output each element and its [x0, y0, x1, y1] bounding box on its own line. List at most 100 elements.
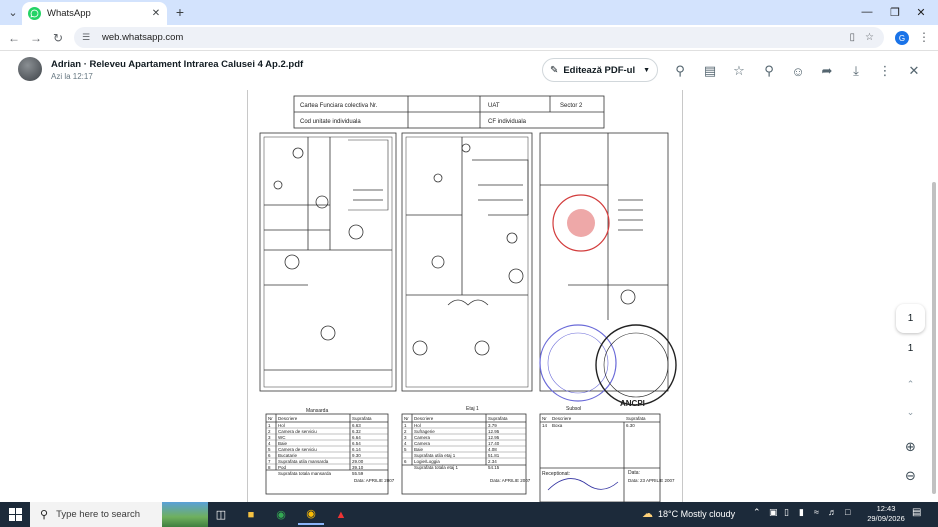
windows-taskbar: ⚲ Type here to search ◫ ■ ◉ ◉ ▲ ☁ 18°C M…: [0, 502, 938, 527]
current-page-thumb[interactable]: 1: [896, 304, 925, 333]
table-cell: 7: [268, 459, 271, 464]
windows-start-icon[interactable]: [9, 508, 22, 521]
pencil-icon: ✎: [549, 64, 559, 76]
close-viewer-icon[interactable]: ✕: [905, 62, 923, 80]
window-close-icon[interactable]: ✕: [906, 2, 936, 22]
table-cell: 54.15: [488, 465, 500, 470]
taskbar-search[interactable]: ⚲ Type here to search: [30, 502, 208, 527]
table-cell: 4.08: [488, 447, 497, 452]
table-cell: 12.95: [488, 429, 500, 434]
table-cell: 6.30: [626, 423, 635, 428]
tray-app-icon[interactable]: ▣: [769, 507, 778, 518]
profile-avatar[interactable]: G: [895, 31, 909, 45]
table-cell: Baie: [414, 447, 424, 452]
url-text: web.whatsapp.com: [102, 32, 184, 43]
pdf-app-icon[interactable]: ▲: [328, 504, 354, 525]
taskbar-search-placeholder: Type here to search: [56, 509, 141, 520]
pin-icon[interactable]: ⚲: [760, 62, 778, 80]
bookmark-star-icon[interactable]: ☆: [865, 32, 874, 43]
cf-label: Cartea Funciara colectiva Nr.: [300, 103, 378, 109]
file-explorer-icon[interactable]: ■: [238, 504, 264, 525]
search-highlight-image: [162, 502, 208, 527]
table-cell: 3.79: [488, 423, 497, 428]
weather-widget[interactable]: ☁ 18°C Mostly cloudy: [642, 507, 735, 520]
tab-search-chevron-icon[interactable]: ⌄: [4, 4, 22, 20]
table-cell: 14: [542, 423, 548, 428]
weather-text: 18°C Mostly cloudy: [658, 508, 736, 519]
table-date: Data: APRILIE 2007: [354, 478, 395, 483]
table-header-cell: Suprafata: [352, 416, 372, 421]
table-cell: Hol: [278, 423, 285, 428]
taskbar-clock[interactable]: 12:43 29/09/2026: [862, 504, 910, 524]
tray-battery-icon[interactable]: ▮: [799, 507, 804, 518]
volume-icon[interactable]: ♬: [828, 507, 837, 517]
table-header-cell: Descriere: [552, 416, 572, 421]
clock-date: 29/09/2026: [867, 514, 905, 523]
forward-icon[interactable]: →: [27, 29, 45, 47]
table-header-cell: Descriere: [278, 416, 298, 421]
browser-tab-strip: ⌄ WhatsApp ✕ + — ❐ ✕: [0, 0, 938, 25]
page-up-icon[interactable]: ⌃: [896, 374, 925, 394]
whatsapp-icon: [28, 7, 41, 20]
floor-plan-drawing: Cartea Funciara colectiva Nr. UAT Sector…: [259, 95, 677, 502]
table-cell: Camera de serviciu: [278, 429, 317, 434]
sector-label: Sector 2: [560, 103, 583, 109]
table-cell: 3: [268, 435, 271, 440]
zoom-out-icon[interactable]: ⊖: [896, 465, 925, 487]
table-cell: Sufragerie: [414, 429, 435, 434]
uat-label: UAT: [488, 103, 500, 109]
chrome-active-icon[interactable]: ◉: [298, 504, 324, 525]
message-icon[interactable]: ▤: [701, 62, 719, 80]
table-cell: 6.64: [352, 435, 361, 440]
chrome-icon[interactable]: ◉: [268, 504, 294, 525]
table-cell: 6.63: [352, 423, 361, 428]
table-cell: Suprafata totala etaj 1: [414, 465, 459, 470]
back-icon[interactable]: ←: [5, 29, 23, 47]
cod-label: Cod unitate individuala: [300, 119, 361, 125]
forward-message-icon[interactable]: ➦: [818, 62, 836, 80]
search-icon[interactable]: ⚲: [671, 62, 689, 80]
reload-icon[interactable]: ↻: [49, 29, 67, 47]
page-down-icon[interactable]: ⌄: [896, 402, 925, 422]
table-cell: 2: [268, 429, 271, 434]
download-icon[interactable]: ⤓: [847, 62, 865, 80]
table-cell: Logie/Loggia: [414, 459, 440, 464]
task-view-icon[interactable]: ◫: [208, 504, 234, 525]
table-cell: 39.10: [352, 465, 364, 470]
table-cell: 5: [268, 447, 271, 452]
total-pages: 1: [907, 343, 914, 354]
table-cell: 6: [268, 453, 271, 458]
vertical-scrollbar[interactable]: [932, 182, 936, 494]
table-cell: 17.40: [488, 441, 500, 446]
table-cell: 29.00: [352, 459, 364, 464]
emoji-react-icon[interactable]: ☺: [789, 62, 807, 80]
table-header-cell: Nr: [404, 416, 409, 421]
table-cell: Camera: [414, 441, 431, 446]
tab-close-icon[interactable]: ✕: [150, 8, 162, 20]
new-tab-icon[interactable]: +: [172, 4, 188, 20]
zoom-in-icon[interactable]: ⊕: [896, 436, 925, 458]
table-cell: 1: [404, 423, 407, 428]
avatar[interactable]: [18, 57, 42, 81]
floor-label-mansarda: Mansarda: [306, 408, 328, 414]
address-bar[interactable]: ☰ web.whatsapp.com ▯ ☆: [74, 27, 884, 48]
browser-tab-whatsapp[interactable]: WhatsApp ✕: [22, 2, 167, 25]
notifications-icon[interactable]: ▤: [912, 507, 921, 518]
language-icon[interactable]: □: [845, 507, 850, 517]
star-icon[interactable]: ☆: [730, 62, 748, 80]
table-header-cell: Descriere: [414, 416, 434, 421]
message-time: Azi la 12:17: [51, 72, 93, 81]
minimize-icon[interactable]: —: [852, 2, 882, 22]
wifi-icon[interactable]: ≈: [814, 507, 819, 517]
more-options-icon[interactable]: ⋮: [876, 62, 894, 80]
table-cell: 1: [268, 423, 271, 428]
site-info-icon[interactable]: ☰: [82, 32, 94, 43]
search-icon: ⚲: [40, 509, 49, 521]
install-app-icon[interactable]: ▯: [850, 32, 856, 43]
tray-meet-icon[interactable]: ▯: [784, 507, 789, 518]
browser-menu-icon[interactable]: ⋮: [918, 30, 930, 44]
edit-pdf-button[interactable]: ✎ Editează PDF-ul ▼: [542, 58, 658, 82]
table-cell: 3: [404, 435, 407, 440]
tray-chevron-icon[interactable]: ⌃: [753, 507, 761, 518]
table-header-cell: Suprafata: [626, 416, 646, 421]
